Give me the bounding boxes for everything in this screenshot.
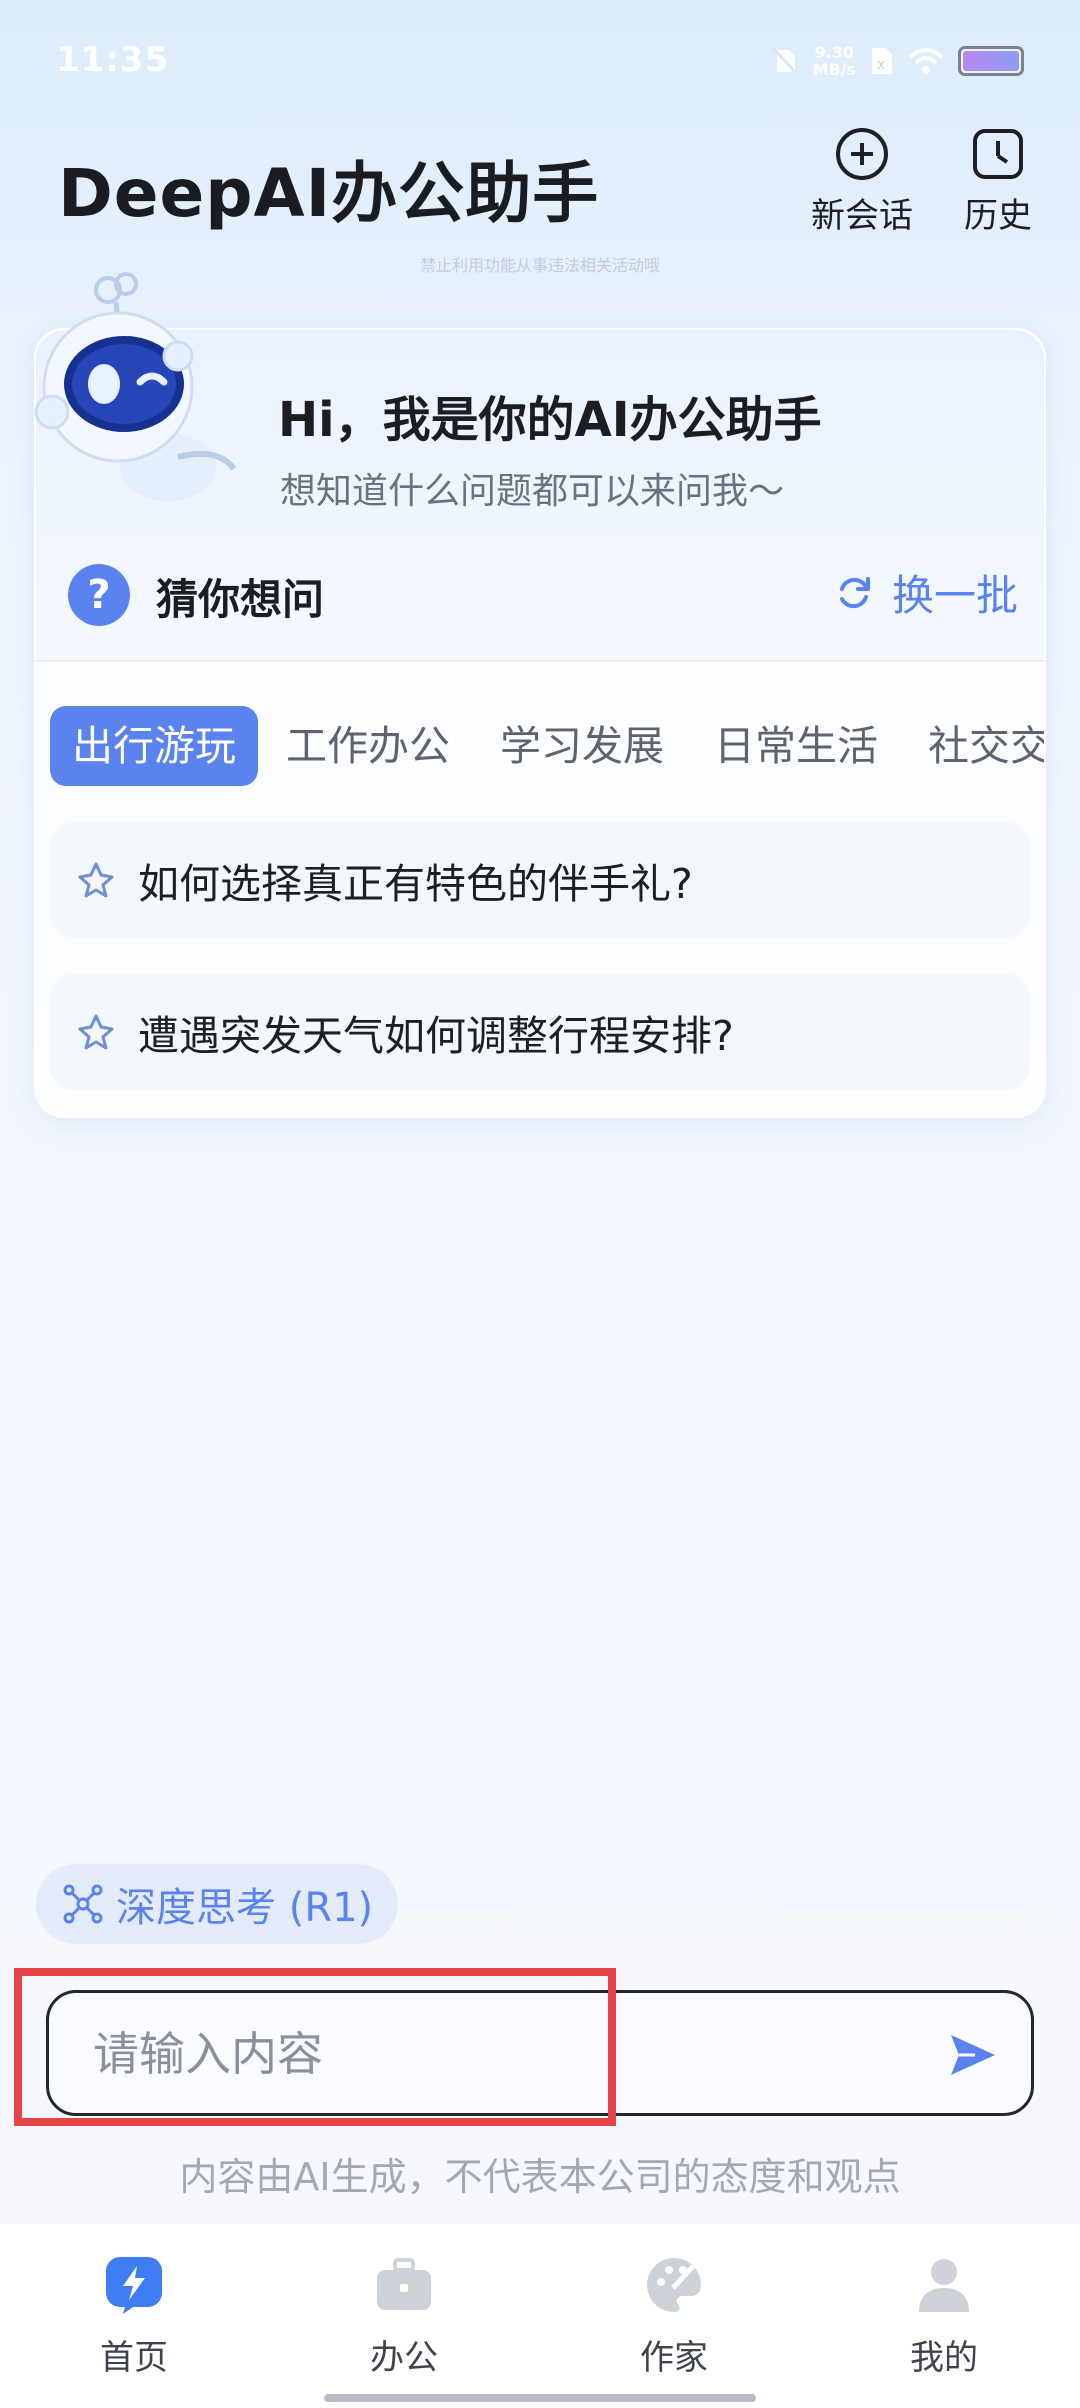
greeting-title: Hi，我是你的AI办公助手 (278, 392, 822, 448)
sparkle-icon (78, 862, 114, 898)
refresh-button[interactable]: 换一批 (834, 562, 1018, 623)
tab-travel[interactable]: 出行游玩 (50, 706, 258, 786)
ai-disclaimer: 内容由AI生成，不代表本公司的态度和观点 (179, 2155, 901, 2199)
history-button[interactable]: 历史 (946, 126, 1050, 237)
question-text: 遭遇突发天气如何调整行程安排? (138, 1012, 734, 1060)
nav-office-label: 办公 (370, 2338, 438, 2378)
app-title: DeepAI办公助手 (58, 155, 600, 232)
tab-social[interactable]: 社交交友 (906, 706, 1044, 786)
palette-icon (646, 2258, 701, 2312)
clock-icon (973, 129, 1023, 179)
refresh-label: 换一批 (891, 571, 1018, 620)
tab-daily-life[interactable]: 日常生活 (692, 706, 900, 786)
nav-writer[interactable]: 作家 (594, 2254, 754, 2379)
tab-study[interactable]: 学习发展 (478, 706, 686, 786)
lightning-icon (106, 2257, 162, 2314)
deep-think-label: 深度思考 (R1) (116, 1885, 374, 1931)
suggested-question[interactable]: 如何选择真正有特色的伴手礼? (50, 822, 1030, 938)
status-icons: 9.30 MB/s x (771, 44, 1024, 78)
sim-icon: x (872, 48, 892, 74)
wifi-icon (908, 48, 944, 74)
status-bar: 11:35 9.30 MB/s x (0, 0, 1080, 120)
suggested-question[interactable]: 遭遇突发天气如何调整行程安排? (50, 974, 1030, 1090)
person-icon (919, 2259, 969, 2312)
robot-mascot-icon (34, 272, 237, 501)
svg-text:x: x (877, 57, 885, 73)
greeting-subtitle: 想知道什么问题都可以来问我～ (280, 471, 785, 512)
nav-home[interactable]: 首页 (54, 2254, 214, 2379)
briefcase-icon (377, 2258, 431, 2310)
card-divider (34, 660, 1046, 662)
network-icon (63, 1884, 103, 1924)
status-time: 11:35 (56, 40, 170, 80)
question-text: 如何选择真正有特色的伴手礼? (138, 860, 693, 908)
send-icon[interactable] (945, 2027, 1001, 2083)
nav-home-label: 首页 (100, 2338, 168, 2378)
tab-work[interactable]: 工作办公 (264, 706, 472, 786)
nav-mine-label: 我的 (910, 2338, 978, 2378)
category-tabs: 出行游玩工作办公学习发展日常生活社交交友 (50, 706, 1044, 788)
mute-icon (771, 46, 798, 76)
new-chat-button[interactable]: 新会话 (806, 126, 918, 237)
nav-office[interactable]: 办公 (324, 2254, 484, 2379)
deep-think-toggle[interactable]: 深度思考 (R1) (36, 1864, 398, 1944)
battery-icon (958, 46, 1024, 76)
nav-mine[interactable]: 我的 (864, 2254, 1024, 2379)
refresh-icon (839, 576, 870, 608)
plus-circle-icon (836, 128, 888, 180)
battery-level (963, 51, 1019, 71)
guess-label: 猜你想问 (156, 575, 325, 624)
home-indicator[interactable] (324, 2394, 756, 2402)
new-chat-label: 新会话 (811, 196, 913, 236)
nav-writer-label: 作家 (640, 2338, 708, 2378)
sparkle-icon (78, 1014, 114, 1050)
question-icon: ? (68, 564, 130, 626)
net-speed: 9.30 MB/s (812, 43, 856, 79)
bottom-tab-bar: 首页 办公 作家 我的 (0, 2224, 1080, 2408)
history-label: 历史 (964, 196, 1032, 236)
highlight-box (14, 1968, 616, 2126)
